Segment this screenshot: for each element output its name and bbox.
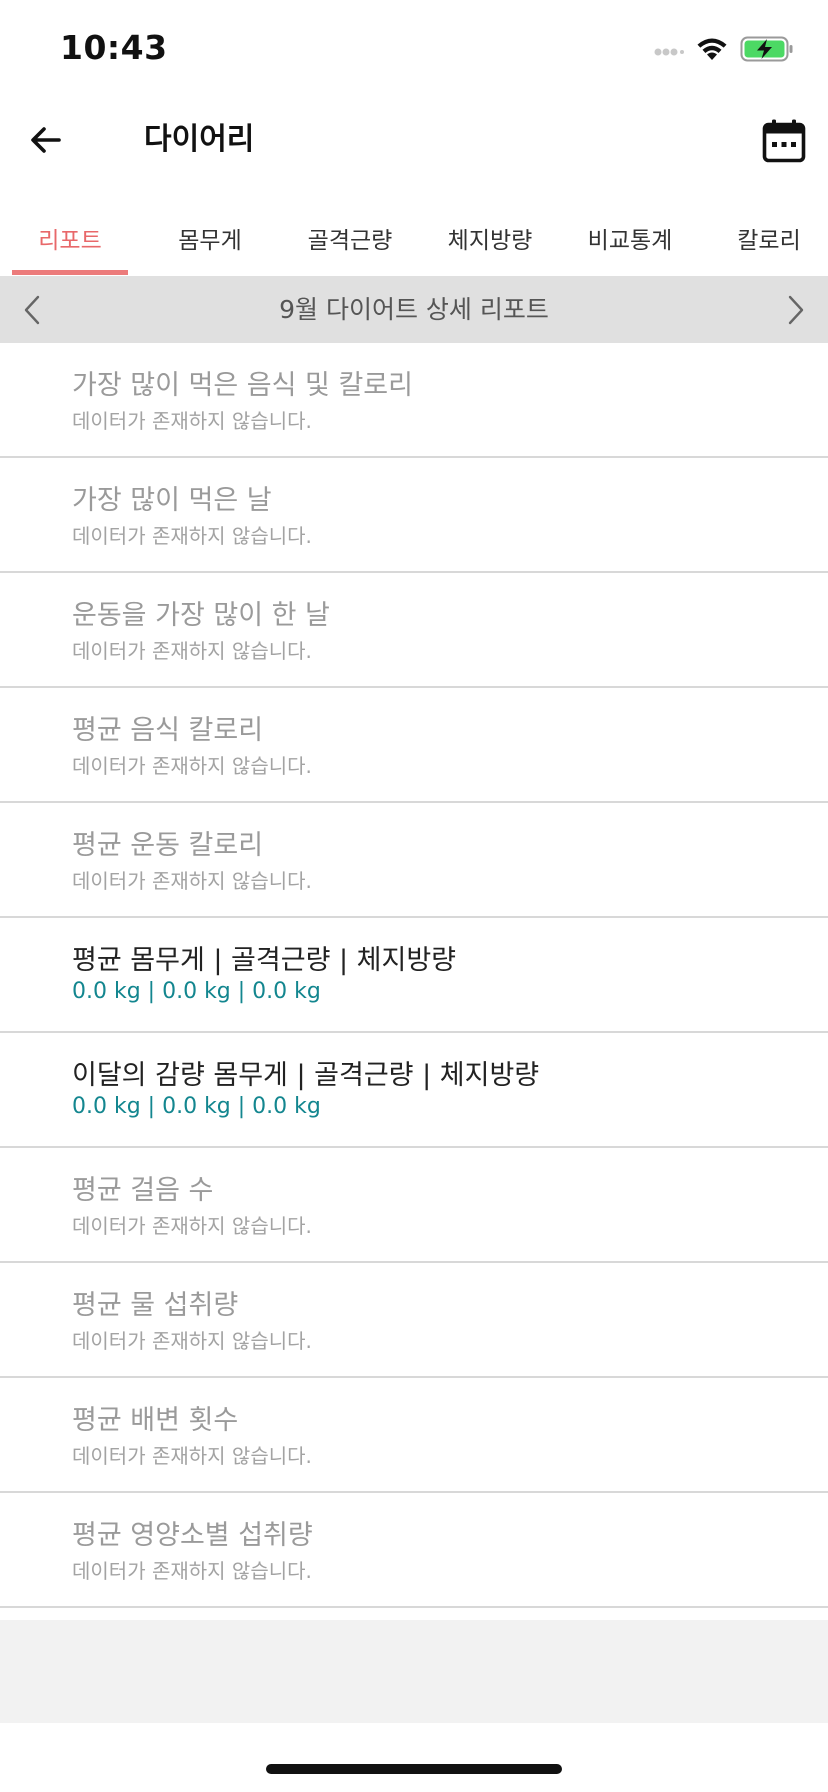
- report-item-title: 평균 영양소별 섭취량: [72, 1520, 313, 1551]
- arrow-left-icon: [31, 127, 61, 153]
- report-item-title: 평균 음식 칼로리: [72, 715, 264, 746]
- report-item-value: 0.0 kg | 0.0 kg | 0.0 kg: [72, 1094, 321, 1119]
- tab-calories[interactable]: 칼로리: [710, 200, 828, 276]
- report-item-most-eaten-day: 가장 많이 먹은 날 데이터가 존재하지 않습니다.: [0, 458, 828, 573]
- report-item-title: 평균 걸음 수: [72, 1175, 214, 1206]
- report-item-most-exercise-day: 운동을 가장 많이 한 날 데이터가 존재하지 않습니다.: [0, 573, 828, 688]
- cellular-signal-icon: [654, 42, 684, 61]
- home-indicator[interactable]: [266, 1764, 562, 1774]
- app-header: 다이어리: [0, 100, 828, 200]
- report-item-title: 평균 몸무게 | 골격근량 | 체지방량: [72, 945, 457, 976]
- report-item-title: 평균 운동 칼로리: [72, 830, 264, 861]
- report-item-value: 데이터가 존재하지 않습니다.: [72, 524, 312, 548]
- report-item-avg-body-composition: 평균 몸무게 | 골격근량 | 체지방량 0.0 kg | 0.0 kg | 0…: [0, 918, 828, 1033]
- report-item-title: 가장 많이 먹은 음식 및 칼로리: [72, 370, 413, 401]
- battery-charging-icon: [740, 36, 794, 66]
- report-item-title: 평균 물 섭취량: [72, 1290, 239, 1321]
- status-icons: [654, 34, 794, 68]
- tab-compare-stats[interactable]: 비교통계: [570, 200, 690, 276]
- report-item-avg-exercise-calories: 평균 운동 칼로리 데이터가 존재하지 않습니다.: [0, 803, 828, 918]
- tab-muscle-mass[interactable]: 골격근량: [290, 200, 410, 276]
- page-title: 다이어리: [144, 122, 255, 157]
- report-item-monthly-loss: 이달의 감량 몸무게 | 골격근량 | 체지방량 0.0 kg | 0.0 kg…: [0, 1033, 828, 1148]
- wifi-icon: [696, 36, 728, 66]
- tab-body-fat[interactable]: 체지방량: [430, 200, 550, 276]
- bottom-empty-area: [0, 1620, 828, 1723]
- month-nav: 9월 다이어트 상세 리포트: [0, 276, 828, 343]
- report-item-avg-food-calories: 평균 음식 칼로리 데이터가 존재하지 않습니다.: [0, 688, 828, 803]
- status-time: 10:43: [60, 28, 168, 67]
- tab-bar: 리포트 몸무게 골격근량 체지방량 비교통계 칼로리: [0, 200, 828, 277]
- report-item-value: 데이터가 존재하지 않습니다.: [72, 1214, 312, 1238]
- next-month-button[interactable]: [776, 288, 816, 332]
- tab-weight[interactable]: 몸무게: [148, 200, 272, 276]
- calendar-button[interactable]: [762, 118, 806, 164]
- active-tab-indicator: [12, 270, 128, 275]
- report-item-avg-nutrients: 평균 영양소별 섭취량 데이터가 존재하지 않습니다.: [0, 1493, 828, 1608]
- report-list: 가장 많이 먹은 음식 및 칼로리 데이터가 존재하지 않습니다. 가장 많이 …: [0, 343, 828, 1608]
- report-item-avg-bowel: 평균 배변 횟수 데이터가 존재하지 않습니다.: [0, 1378, 828, 1493]
- report-item-value: 데이터가 존재하지 않습니다.: [72, 754, 312, 778]
- chevron-right-icon: [788, 295, 804, 325]
- report-item-value: 데이터가 존재하지 않습니다.: [72, 869, 312, 893]
- report-item-value: 데이터가 존재하지 않습니다.: [72, 639, 312, 663]
- calendar-icon: [762, 119, 806, 163]
- report-item-title: 평균 배변 횟수: [72, 1405, 239, 1436]
- report-item-title: 이달의 감량 몸무게 | 골격근량 | 체지방량: [72, 1060, 540, 1091]
- tab-report[interactable]: 리포트: [12, 200, 128, 276]
- report-item-value: 데이터가 존재하지 않습니다.: [72, 1329, 312, 1353]
- report-item-avg-water: 평균 물 섭취량 데이터가 존재하지 않습니다.: [0, 1263, 828, 1378]
- report-item-most-eaten-food: 가장 많이 먹은 음식 및 칼로리 데이터가 존재하지 않습니다.: [0, 343, 828, 458]
- report-item-value: 데이터가 존재하지 않습니다.: [72, 409, 312, 433]
- back-button[interactable]: [26, 120, 66, 160]
- report-item-value: 데이터가 존재하지 않습니다.: [72, 1559, 312, 1583]
- month-report-title: 9월 다이어트 상세 리포트: [279, 295, 549, 324]
- report-item-avg-steps: 평균 걸음 수 데이터가 존재하지 않습니다.: [0, 1148, 828, 1263]
- status-bar: 10:43: [0, 0, 828, 100]
- report-item-title: 가장 많이 먹은 날: [72, 485, 272, 516]
- report-item-value: 0.0 kg | 0.0 kg | 0.0 kg: [72, 979, 321, 1004]
- report-item-value: 데이터가 존재하지 않습니다.: [72, 1444, 312, 1468]
- report-item-title: 운동을 가장 많이 한 날: [72, 600, 330, 631]
